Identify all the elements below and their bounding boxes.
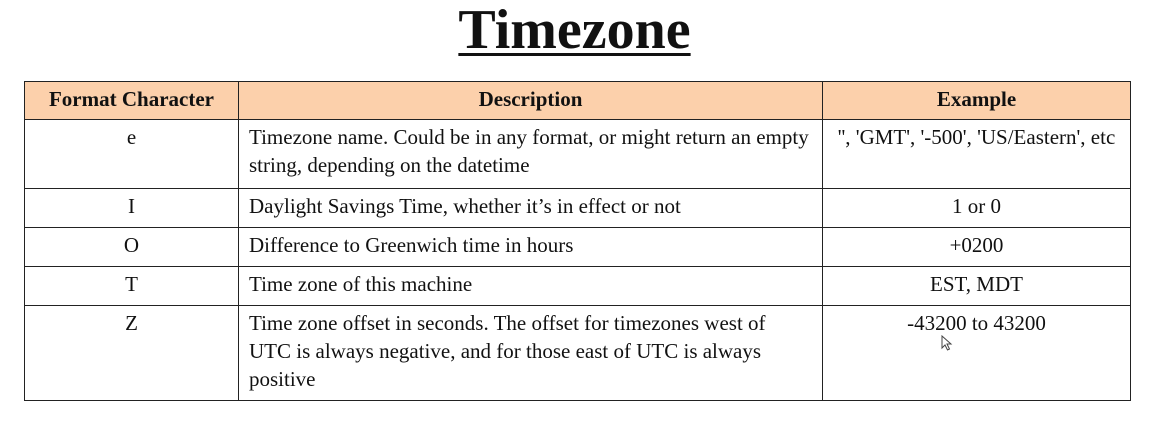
table-row: T Time zone of this machine EST, MDT	[24, 266, 1131, 306]
table-row: Z Time zone offset in seconds. The offse…	[24, 305, 1131, 401]
description-cell: Time zone of this machine	[238, 266, 823, 306]
description-cell: Difference to Greenwich time in hours	[238, 227, 823, 267]
timezone-format-table: Format Character Description Example e T…	[24, 81, 1131, 401]
description-cell: Time zone offset in seconds. The offset …	[238, 305, 823, 401]
format-character-cell: I	[24, 188, 239, 228]
table-row: O Difference to Greenwich time in hours …	[24, 227, 1131, 267]
example-cell: +0200	[822, 227, 1131, 267]
example-cell: 1 or 0	[822, 188, 1131, 228]
mouse-pointer-icon	[941, 335, 953, 351]
example-cell: -43200 to 43200	[822, 305, 1131, 401]
header-format-character: Format Character	[24, 81, 239, 120]
format-character-cell: O	[24, 227, 239, 267]
format-character-cell: e	[24, 119, 239, 189]
page-title: Timezone	[458, 0, 691, 61]
format-character-cell: T	[24, 266, 239, 306]
format-character-cell: Z	[24, 305, 239, 401]
example-cell: '', 'GMT', '-500', 'US/Eastern', etc	[822, 119, 1131, 189]
table-row: I Daylight Savings Time, whether it’s in…	[24, 188, 1131, 228]
header-example: Example	[822, 81, 1131, 120]
table-row: e Timezone name. Could be in any format,…	[24, 119, 1131, 189]
table-header-row: Format Character Description Example	[24, 81, 1131, 120]
description-cell: Timezone name. Could be in any format, o…	[238, 119, 823, 189]
header-description: Description	[238, 81, 823, 120]
example-cell: EST, MDT	[822, 266, 1131, 306]
description-cell: Daylight Savings Time, whether it’s in e…	[238, 188, 823, 228]
